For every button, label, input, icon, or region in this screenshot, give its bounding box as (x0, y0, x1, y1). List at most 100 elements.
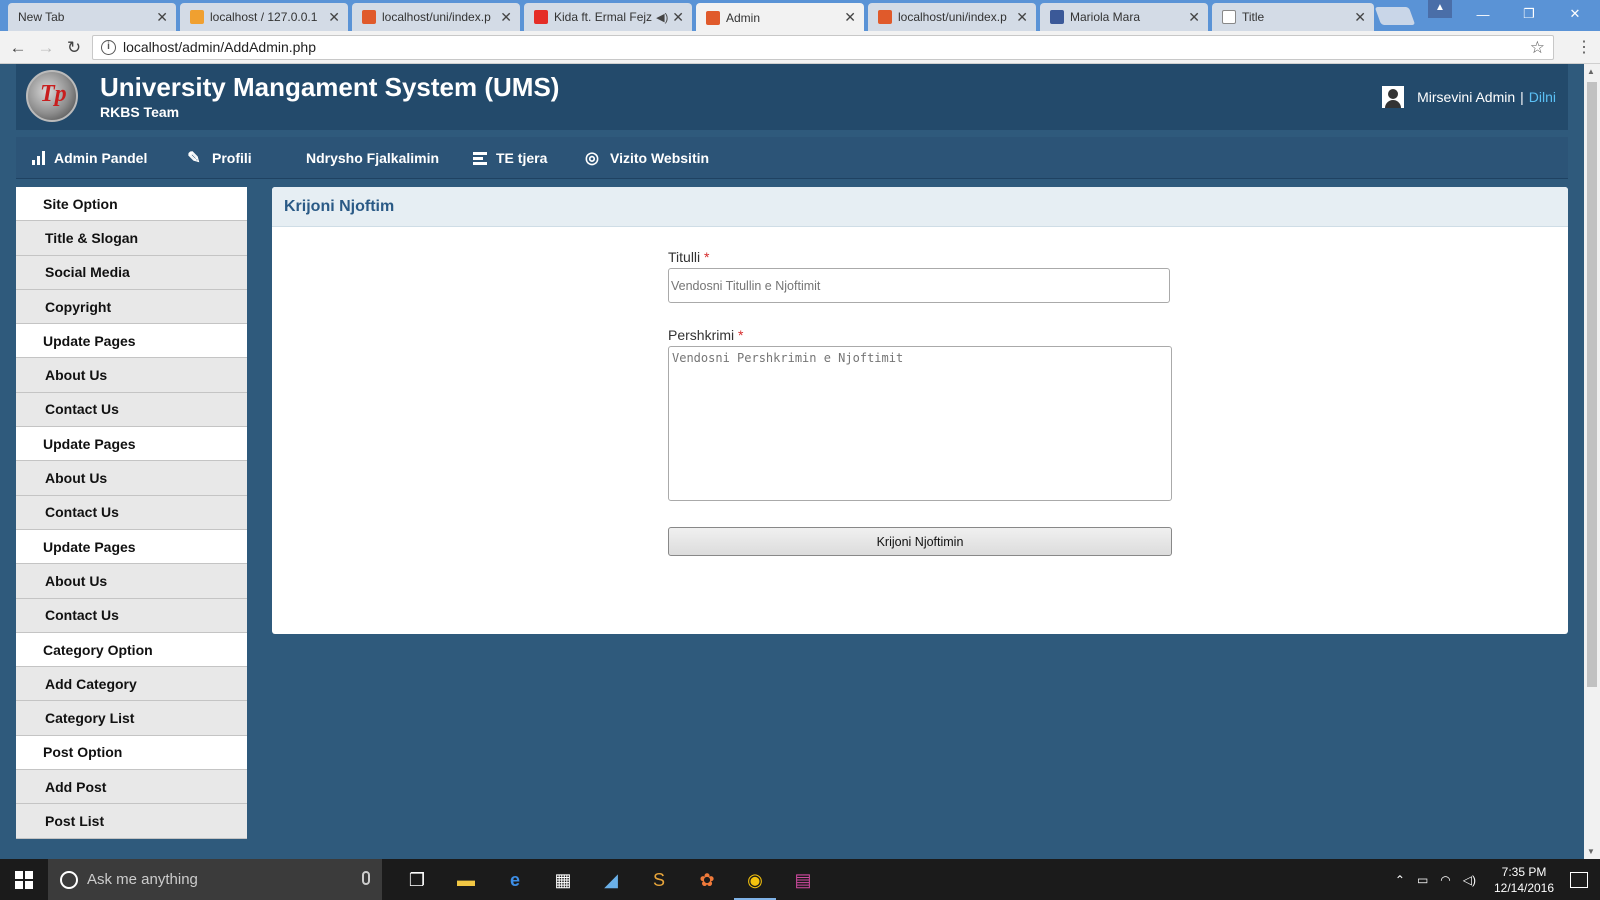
clock-date: 12/14/2016 (1493, 880, 1555, 895)
close-icon[interactable]: ✕ (156, 9, 168, 26)
tab-label: localhost / 127.0.0.1 (210, 10, 318, 24)
separator: | (1520, 89, 1524, 105)
sidebar-item-social-media[interactable]: Social Media (16, 255, 247, 290)
browser-tab-uni-index[interactable]: localhost/uni/index.p ✕ (352, 3, 520, 31)
restore-icon[interactable]: ❐ (1506, 0, 1552, 28)
scroll-up-icon[interactable]: ▲ (1587, 67, 1595, 76)
new-tab-button[interactable] (1374, 7, 1416, 25)
sidebar-item-contact-us[interactable]: Contact Us (16, 392, 247, 428)
sidebar-item-about-us[interactable]: About Us (16, 564, 247, 599)
create-notice-form: Titulli * Pershkrimi * Krijoni Njoftimin (668, 249, 1172, 556)
nav-admin-panel[interactable]: Admin Pandel (32, 137, 147, 179)
close-icon[interactable]: ✕ (672, 9, 684, 26)
nav-other[interactable]: TE tjera (473, 137, 547, 179)
sidebar-item-contact-us[interactable]: Contact Us (16, 495, 247, 530)
document-icon (1222, 10, 1236, 24)
notification-icon[interactable] (1570, 871, 1588, 888)
address-bar-row: ← → ↻ i localhost/admin/AddAdmin.php ☆ ⋮ (0, 31, 1600, 64)
store-icon[interactable]: ▦ (550, 867, 576, 893)
required-mark: * (738, 327, 744, 343)
tab-label: Title (1242, 10, 1265, 24)
search-placeholder: Ask me anything (87, 871, 198, 888)
youtube-icon (534, 10, 548, 24)
tab-label: Admin (726, 10, 761, 25)
microphone-icon[interactable] (362, 871, 370, 885)
browser-tab-uni-index-2[interactable]: localhost/uni/index.p ✕ (868, 3, 1036, 31)
close-window-icon[interactable]: ✕ (1552, 0, 1598, 28)
browser-tab-facebook[interactable]: Mariola Mara ✕ (1040, 3, 1208, 31)
sidebar-item-category-list[interactable]: Category List (16, 701, 247, 736)
sidebar-item-copyright[interactable]: Copyright (16, 289, 247, 325)
close-icon[interactable]: ✕ (844, 9, 856, 26)
info-icon[interactable]: i (101, 40, 116, 55)
page-scrollbar[interactable]: ▲ ▼ (1584, 64, 1600, 859)
clock[interactable]: 7:35 PM 12/14/2016 (1486, 864, 1562, 896)
sidebar-item-add-category[interactable]: Add Category (16, 667, 247, 702)
nav-visit-website[interactable]: ◎ Vizito Websitin (583, 137, 709, 179)
bookmark-star-icon[interactable]: ☆ (1530, 36, 1545, 59)
tab-label: Kida ft. Ermal Fejz (554, 10, 653, 24)
sidebar-item-contact-us[interactable]: Contact Us (16, 598, 247, 633)
forward-icon[interactable]: → (34, 36, 58, 60)
chrome-icon[interactable]: ◉ (734, 867, 776, 900)
file-explorer-icon[interactable]: ▬ (453, 867, 479, 893)
sidebar-item-title-slogan[interactable]: Title & Slogan (16, 221, 247, 256)
tab-label: localhost/uni/index.p (898, 10, 1007, 24)
more-menu-icon[interactable]: ⋮ (1574, 37, 1594, 57)
top-navigation: Admin Pandel ✎ Profili Ndrysho Fjalkalim… (16, 137, 1568, 179)
chevron-up-icon[interactable]: ⌃ (1395, 873, 1405, 887)
nav-label: Vizito Websitin (610, 150, 710, 166)
scroll-down-icon[interactable]: ▼ (1587, 847, 1595, 856)
sidebar-item-post-list[interactable]: Post List (16, 804, 247, 839)
nav-profile[interactable]: ✎ Profili (185, 137, 251, 179)
close-icon[interactable]: ✕ (1354, 9, 1366, 26)
create-notice-button[interactable]: Krijoni Njoftimin (668, 527, 1172, 556)
wifi-icon[interactable]: ◠ (1440, 873, 1450, 887)
title-input[interactable] (668, 268, 1170, 303)
scroll-thumb[interactable] (1587, 82, 1597, 687)
site-logo[interactable]: Tp (26, 70, 78, 122)
profile-icon[interactable]: ▲ (1428, 0, 1452, 18)
sidebar-header-post-option: Post Option (16, 735, 247, 771)
sidebar-item-about-us[interactable]: About Us (16, 461, 247, 496)
cortana-icon (60, 870, 78, 889)
xampp-icon[interactable]: ✿ (694, 867, 720, 893)
close-icon[interactable]: ✕ (1188, 9, 1200, 26)
description-textarea[interactable] (668, 346, 1172, 501)
browser-tab-admin[interactable]: Admin ✕ (696, 3, 864, 32)
nav-change-password[interactable]: Ndrysho Fjalkalimin (306, 137, 439, 179)
browser-tab-youtube[interactable]: Kida ft. Ermal Fejz ◀) ✕ (524, 3, 692, 31)
minimize-icon[interactable]: — (1460, 0, 1506, 28)
sublime-text-icon[interactable]: S (646, 867, 672, 893)
sidebar-item-add-post[interactable]: Add Post (16, 770, 247, 805)
url-input[interactable]: i localhost/admin/AddAdmin.php ☆ (92, 35, 1554, 60)
close-icon[interactable]: ✕ (328, 9, 340, 26)
taskbar-search[interactable]: Ask me anything (48, 859, 382, 900)
close-icon[interactable]: ✕ (500, 9, 512, 26)
browser-tab-phpmyadmin[interactable]: localhost / 127.0.0.1 ✕ (180, 3, 348, 31)
edge-icon[interactable]: e (502, 867, 528, 893)
page-viewport: Tp University Mangament System (UMS) RKB… (0, 64, 1584, 859)
task-view-icon[interactable]: ❐ (404, 867, 430, 893)
browser-tab-new-tab[interactable]: New Tab ✕ (8, 3, 176, 31)
back-icon[interactable]: ← (6, 36, 30, 60)
site-header: Tp University Mangament System (UMS) RKB… (16, 64, 1568, 130)
nav-label: TE tjera (496, 150, 548, 166)
winrar-icon[interactable]: ▤ (790, 867, 816, 893)
nav-label: Admin Pandel (54, 150, 148, 166)
title-label-text: Titulli (668, 249, 701, 265)
sidebar-header-update-pages: Update Pages (16, 529, 247, 565)
app-icon[interactable]: ◢ (598, 867, 624, 893)
close-icon[interactable]: ✕ (1016, 9, 1028, 26)
logout-link[interactable]: Dilni (1529, 89, 1556, 105)
battery-icon[interactable]: ▭ (1417, 873, 1428, 887)
url-text: localhost/admin/AddAdmin.php (123, 39, 317, 55)
volume-icon[interactable]: ◁) (1463, 873, 1476, 887)
xampp-icon (878, 10, 892, 24)
sidebar-item-about-us[interactable]: About Us (16, 358, 247, 393)
speaker-icon[interactable]: ◀) (656, 11, 668, 24)
reload-icon[interactable]: ↻ (62, 36, 86, 60)
windows-start-icon[interactable] (15, 871, 33, 889)
browser-tab-title[interactable]: Title ✕ (1212, 3, 1374, 31)
title-label: Titulli * (668, 249, 1172, 265)
